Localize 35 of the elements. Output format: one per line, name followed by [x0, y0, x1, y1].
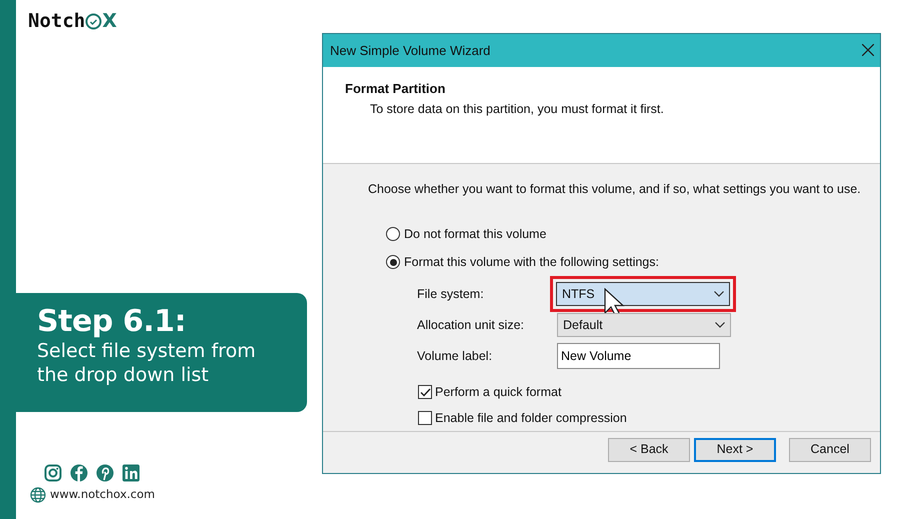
step-description: Select file system from the drop down list — [37, 340, 257, 388]
wizard-button[interactable]: < Back — [608, 438, 690, 462]
logo-icon — [85, 13, 102, 30]
close-icon[interactable] — [862, 44, 874, 56]
checkbox[interactable] — [418, 411, 432, 426]
chevron-icon — [714, 290, 724, 297]
pinterest-icon[interactable] — [96, 464, 114, 482]
prompt-text: Choose whether you want to format this volume, and if so, what settings you want to use. — [368, 180, 862, 198]
wizard-button[interactable]: Next > — [694, 438, 776, 462]
page-title: Format Partition — [345, 80, 446, 98]
checkbox-label[interactable]: Enable file and folder compression — [435, 409, 627, 428]
radio-button[interactable] — [386, 227, 400, 242]
field-label: Allocation unit size: — [417, 316, 526, 334]
globe-icon — [30, 486, 46, 503]
linkedin-icon[interactable] — [122, 464, 140, 482]
step-title: Step 6.1: — [37, 305, 187, 338]
radio-button[interactable] — [386, 255, 400, 270]
facebook-icon[interactable] — [70, 464, 88, 482]
page-subtitle: To store data on this partition, you must format it first. — [369, 101, 665, 118]
window-title: New Simple Volume Wizard — [330, 42, 490, 60]
radio-label[interactable]: Do not format this volume — [404, 225, 546, 244]
radio-label[interactable]: Format this volume with the following settings: — [404, 253, 659, 272]
chevron-icon — [715, 322, 725, 328]
dropdown-field[interactable]: NTFS — [556, 282, 730, 306]
wizard-button[interactable]: Cancel — [789, 438, 871, 462]
website-link[interactable]: www.notchox.com — [50, 486, 155, 504]
dropdown-field[interactable]: Default — [557, 312, 731, 337]
logo-text: Notch — [28, 12, 86, 31]
field-label: File system: — [417, 286, 485, 303]
checkbox-label[interactable]: Perform a quick format — [435, 383, 562, 402]
instagram-icon[interactable] — [44, 464, 62, 482]
checkbox[interactable] — [418, 385, 432, 400]
field-label: Volume label: — [417, 348, 494, 365]
text-field[interactable]: New Volume — [557, 342, 720, 369]
logo-text: X — [102, 12, 117, 31]
